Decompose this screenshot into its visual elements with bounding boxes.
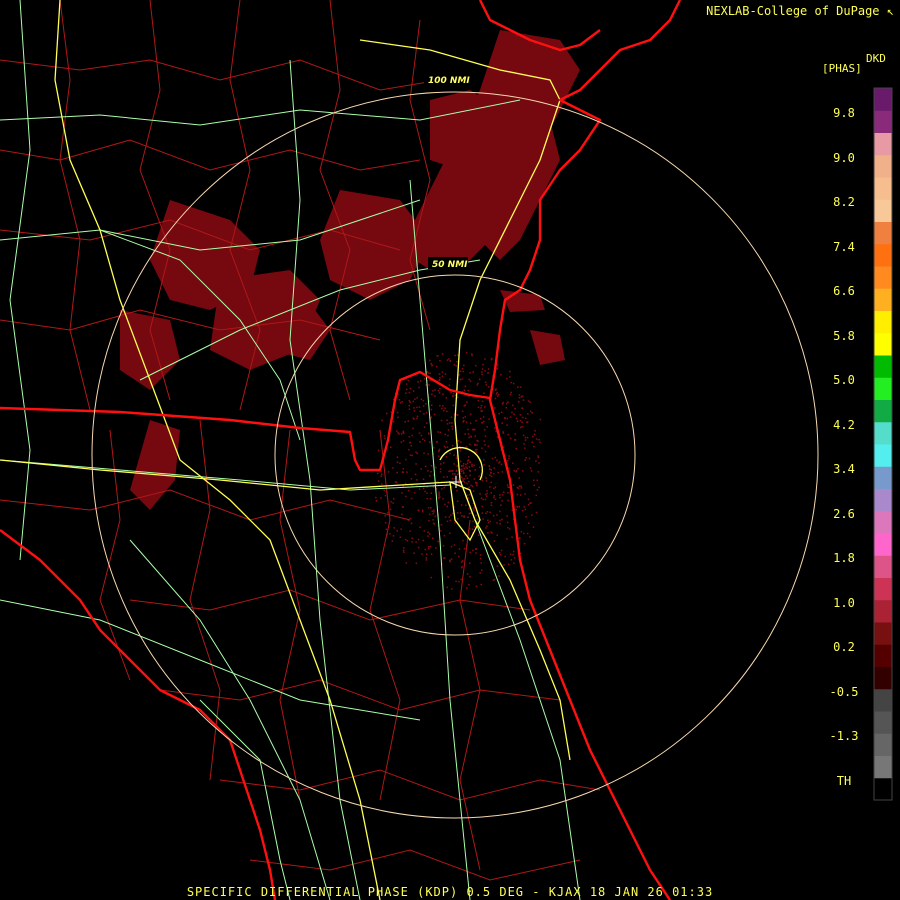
legend-swatch [874, 488, 892, 512]
legend-swatch [874, 577, 892, 601]
legend-swatch [874, 177, 892, 200]
legend-label: TH [836, 773, 852, 788]
legend-swatch [874, 444, 892, 467]
legend-swatch [874, 132, 892, 156]
credit-label: NEXLAB-College of DuPage ↖ [706, 4, 894, 18]
legend-swatch [874, 599, 892, 623]
legend-swatch [874, 688, 892, 712]
ring-label-100: 100 NMI [428, 76, 470, 86]
product-unit: [PHAS] [822, 62, 862, 75]
legend-label: 8.2 [833, 195, 855, 209]
legend-swatch [874, 777, 892, 801]
legend-swatch [874, 221, 892, 245]
legend-label: 3.4 [833, 462, 855, 476]
legend-color-bar [873, 87, 893, 801]
state-borders [0, 0, 682, 900]
image-caption: SPECIFIC DIFFERENTIAL PHASE (KDP) 0.5 DE… [186, 885, 714, 899]
legend-label: 5.8 [833, 328, 855, 343]
legend-swatch [874, 711, 892, 734]
legend-label: 7.4 [833, 239, 855, 254]
legend-swatch [874, 466, 892, 489]
legend-swatch [874, 199, 892, 222]
legend-swatch [874, 421, 892, 445]
legend-label: 1.0 [833, 595, 855, 610]
legend-label: 1.8 [833, 551, 855, 565]
legend-swatch [874, 110, 892, 133]
cursor-arrow-icon: ↖ [886, 4, 894, 18]
legend-label: 0.2 [833, 640, 855, 654]
legend-swatch [874, 555, 892, 578]
legend-label: 2.6 [833, 506, 855, 521]
legend-swatch [874, 310, 892, 334]
legend-swatch [874, 243, 892, 267]
legend-label: 5.0 [833, 373, 855, 387]
legend-swatch [874, 666, 892, 690]
legend-label: 9.0 [833, 150, 855, 165]
radar-map: 50 NMI 100 NMI [0, 0, 893, 900]
legend-swatch [874, 266, 892, 289]
legend-swatch [874, 355, 892, 378]
legend-swatch [874, 644, 892, 667]
legend-label: -1.3 [829, 729, 859, 743]
credit-text: NEXLAB-College of DuPage [706, 4, 880, 18]
legend-swatch [874, 377, 892, 400]
legend-swatch [874, 755, 892, 779]
legend-swatch [874, 510, 892, 534]
product-code: DKD [866, 52, 886, 65]
legend-label: -0.5 [829, 684, 859, 699]
legend-swatch [874, 288, 892, 311]
legend-swatch [874, 332, 892, 356]
legend-swatch [874, 733, 892, 756]
legend-label: 4.2 [833, 417, 855, 432]
ring-label-50: 50 NMI [432, 260, 468, 270]
legend-label: 6.6 [833, 284, 855, 298]
legend-label: 9.8 [833, 106, 855, 120]
legend-swatch [874, 399, 892, 423]
legend-swatch [874, 622, 892, 645]
legend-swatch [874, 88, 892, 111]
legend-swatch [874, 533, 892, 556]
legend-swatch [874, 154, 892, 178]
